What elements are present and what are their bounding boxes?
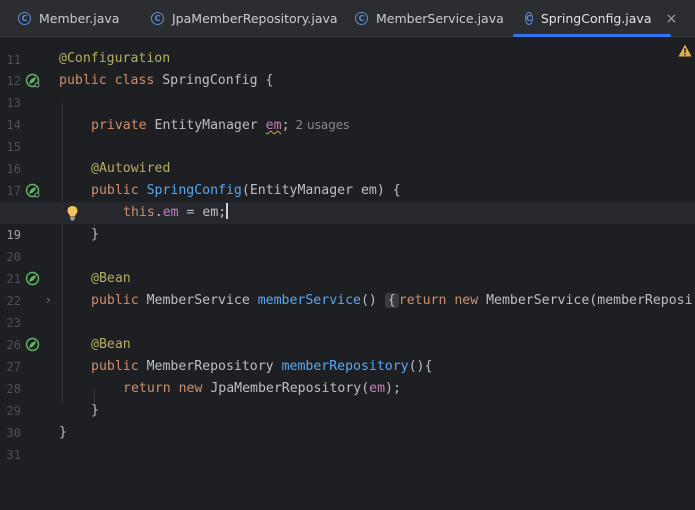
code-text: ; [281, 118, 290, 133]
annotation: @Bean [91, 337, 131, 352]
lightbulb-icon[interactable] [66, 205, 79, 221]
code-text: () [360, 293, 377, 308]
tab-label: SpringConfig.java [540, 11, 652, 26]
code-line-15: 15 private EntityManager em; 2 usages [0, 114, 695, 154]
field-name: em [265, 118, 282, 133]
bean-icon[interactable] [25, 73, 40, 88]
code-line-28: 28 public MemberRepository memberReposit… [0, 356, 695, 396]
keyword: private [91, 118, 147, 133]
code-line-23: 23 public MemberService memberService() … [0, 290, 695, 330]
line-number: 31 [6, 448, 21, 462]
code-line-14: 14 [0, 92, 695, 132]
code-line-22: 22 @Bean [0, 268, 695, 308]
code-line-17: 17 @Autowired [0, 158, 695, 198]
keyword: public [91, 359, 139, 374]
code-text: } [91, 403, 99, 418]
class-icon: C [151, 12, 164, 25]
code-line-26: 26 [0, 312, 695, 352]
code-line-29: 29 return new JpaMemberRepository(em); [0, 378, 695, 418]
type-name: MemberService [138, 293, 258, 308]
keyword: return new [398, 293, 479, 308]
chevron-right-icon[interactable]: › [46, 293, 51, 307]
code-text: = em; [178, 205, 227, 220]
keyword: this [123, 205, 155, 220]
code-editor[interactable]: 11 12 @Configuration 13 public class Spr… [0, 37, 695, 462]
annotation: @Autowired [91, 161, 171, 176]
bean-icon[interactable] [25, 271, 40, 286]
keyword: public [91, 183, 139, 198]
field-name: em [369, 381, 386, 396]
method-name: memberRepository [281, 359, 409, 374]
class-icon: C [18, 12, 31, 25]
close-tab-icon[interactable]: × [665, 11, 677, 27]
code-text: . [154, 205, 163, 220]
code-line-19: 19 this.em = em; [0, 202, 695, 242]
code-line-21: 21 [0, 246, 695, 286]
annotation: @Configuration [59, 51, 171, 66]
code-text: JpaMemberRepository( [202, 381, 370, 396]
code-line-27: 27 @Bean [0, 334, 695, 374]
keyword: public class [59, 73, 155, 88]
tab-label: MemberService.java [376, 11, 504, 26]
code-text: (EntityManager em) { [241, 183, 401, 198]
code-line-12: 12 @Configuration [0, 48, 695, 88]
code-text: (){ [408, 359, 433, 374]
code-text: ); [385, 381, 401, 396]
code-line-16: 16 [0, 136, 695, 176]
annotation: @Bean [91, 271, 131, 286]
keyword: public [91, 293, 139, 308]
bean-icon[interactable] [25, 337, 40, 352]
type-name: MemberRepository [138, 359, 282, 374]
code-line-18: 18 public SpringConfig(EntityManager em)… [0, 180, 695, 220]
code-text: } [59, 425, 67, 440]
text-caret [226, 203, 228, 219]
field-name: em [162, 205, 179, 220]
code-line-13: 13 public class SpringConfig { [0, 70, 695, 110]
method-name: memberService [257, 293, 361, 308]
bean-icon[interactable] [25, 183, 40, 198]
tab-label: JpaMemberRepository.java [172, 11, 338, 26]
code-line-30: 30 } [0, 400, 695, 440]
tab-label: Member.java [39, 11, 120, 26]
keyword: return new [123, 381, 203, 396]
code-line-31: 31 } [0, 422, 695, 462]
class-icon: C [525, 12, 533, 25]
folded-region[interactable]: { [384, 293, 399, 308]
code-line-20: 20 } [0, 224, 695, 264]
class-icon: C [355, 12, 368, 25]
type-name: EntityManager [146, 118, 266, 133]
constructor-name: SpringConfig [146, 183, 242, 198]
class-name: SpringConfig [162, 73, 258, 88]
usages-hint[interactable]: 2 usages [296, 118, 350, 132]
code-text: MemberService(memberReposi [478, 293, 693, 308]
code-line-11: 11 [0, 27, 695, 67]
code-text: { [257, 73, 274, 88]
code-text: } [91, 227, 99, 242]
